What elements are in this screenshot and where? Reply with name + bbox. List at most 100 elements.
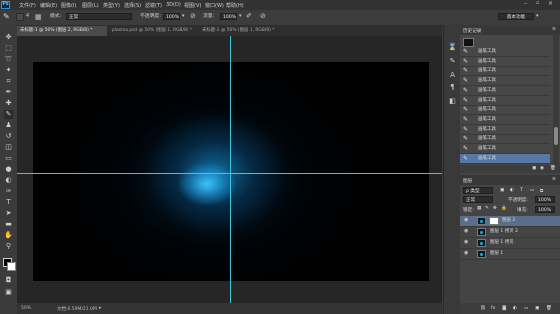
new-document-from-state-icon[interactable]: ▣ (532, 166, 536, 171)
menu-help[interactable]: 帮助(H) (226, 2, 244, 9)
workspace-switcher[interactable]: 基本功能 (498, 13, 534, 20)
tab-document-1[interactable]: 未标题-1 @ 50% (图层 2, RGB/8) * (17, 26, 107, 36)
shape-tool-icon[interactable]: ▬ (4, 220, 13, 229)
history-scrollbar[interactable] (553, 35, 559, 165)
adjustments-panel-icon[interactable]: ◧ (448, 97, 457, 106)
history-snapshot-thumb[interactable] (463, 38, 474, 47)
pressure-size-icon[interactable]: ⊘ (260, 12, 266, 20)
layer-row[interactable]: ◉ 图层 2 (460, 216, 560, 227)
history-panel-icon[interactable]: ⌛ (448, 43, 457, 52)
screen-mode-icon[interactable]: ▣ (4, 288, 13, 297)
paragraph-panel-icon[interactable]: ¶ (448, 83, 457, 92)
pressure-opacity-icon[interactable]: ⊘ (190, 12, 196, 20)
history-item[interactable]: ✎ 画笔工具 (460, 76, 550, 87)
zoom-level[interactable]: 50% (21, 306, 31, 311)
brush-preset-picker[interactable] (16, 13, 24, 21)
close-icon[interactable]: × (548, 0, 553, 7)
blend-mode-select[interactable]: 正常 (463, 196, 493, 203)
menu-filter[interactable]: 滤镜(T) (145, 2, 162, 9)
layer-kind-filter[interactable]: ρ 类型 (463, 187, 493, 194)
eyedropper-tool-icon[interactable]: ✒ (4, 88, 13, 97)
lock-position-icon[interactable]: ✥ (493, 206, 497, 211)
dodge-tool-icon[interactable]: ◐ (4, 176, 13, 185)
opacity-field[interactable]: 100% (163, 13, 180, 20)
visibility-eye-icon[interactable]: ◉ (464, 229, 469, 234)
marquee-tool-icon[interactable]: ⬚ (4, 44, 13, 53)
eraser-tool-icon[interactable]: ◫ (4, 143, 13, 152)
quick-select-tool-icon[interactable]: ✦ (4, 66, 13, 75)
visibility-eye-icon[interactable]: ◉ (464, 240, 469, 245)
layer-opacity-field[interactable]: 100% (535, 196, 555, 203)
crop-tool-icon[interactable]: ⌗ (4, 77, 13, 86)
menu-file[interactable]: 文件(F) (19, 2, 36, 9)
status-menu-arrow-icon[interactable]: ▸ (99, 305, 102, 311)
snapshot-icon[interactable]: ◉ (540, 166, 544, 171)
menu-layer[interactable]: 图层(L) (82, 2, 99, 9)
delete-state-icon[interactable]: 🗑 (550, 166, 556, 171)
horizontal-guide[interactable] (17, 173, 442, 174)
menu-window[interactable]: 窗口(W) (205, 2, 224, 9)
history-item[interactable]: ✎ 画笔工具 (460, 115, 550, 125)
brush-tool-icon[interactable]: ✎ (4, 110, 13, 119)
history-item[interactable]: ✎ 画笔工具 (460, 105, 550, 116)
minimize-icon[interactable]: – (524, 0, 527, 7)
history-item[interactable]: ✎ 画笔工具 (460, 57, 550, 67)
healing-tool-icon[interactable]: ✚ (4, 99, 13, 108)
tab-document-3[interactable]: 未标题-2 @ 50% (图层 1, RGB/8) * (199, 26, 287, 36)
history-item[interactable]: ✎ 画笔工具 (460, 153, 550, 164)
path-select-tool-icon[interactable]: ➤ (4, 209, 13, 218)
blur-tool-icon[interactable]: ● (4, 165, 13, 174)
history-item[interactable]: ✎ 画笔工具 (460, 144, 550, 154)
delete-layer-icon[interactable]: 🗑 (546, 306, 552, 311)
history-item[interactable]: ✎ 画笔工具 (460, 96, 550, 106)
add-mask-icon[interactable]: ◙ (502, 306, 506, 311)
panel-menu-icon[interactable]: ≡ (552, 177, 556, 182)
chevron-down-icon[interactable]: ▾ (182, 13, 185, 19)
history-item[interactable]: ✎ 画笔工具 (460, 86, 550, 96)
zoom-tool-icon[interactable]: ⚲ (4, 242, 13, 251)
filter-pixel-icon[interactable]: ▣ (500, 188, 504, 193)
menu-view[interactable]: 视图(V) (184, 2, 201, 9)
menu-edit[interactable]: 编辑(E) (40, 2, 57, 9)
fill-field[interactable]: 100% (535, 206, 555, 213)
menu-image[interactable]: 图像(I) (61, 2, 76, 9)
adjustment-layer-icon[interactable]: ◐ (513, 306, 517, 311)
restore-icon[interactable]: ▫ (536, 0, 539, 6)
tab-layers[interactable]: 图层 (463, 178, 472, 184)
filter-type-icon[interactable]: T (520, 188, 523, 193)
menu-3d[interactable]: 3D(D) (166, 2, 181, 8)
airbrush-icon[interactable]: ✐ (246, 12, 252, 20)
brush-panel-icon[interactable]: ▦ (35, 13, 43, 21)
chevron-down-icon[interactable]: ▾ (239, 13, 242, 19)
visibility-eye-icon[interactable]: ◉ (464, 251, 469, 256)
flow-field[interactable]: 100% (220, 13, 237, 20)
new-layer-icon[interactable]: ▣ (535, 306, 539, 311)
move-tool-icon[interactable]: ✥ (4, 33, 13, 42)
layer-row[interactable]: ◉ 图层 1 (460, 249, 560, 260)
visibility-eye-icon[interactable]: ◉ (464, 218, 469, 223)
tab-history[interactable]: 历史记录 (463, 28, 481, 34)
tab-document-2[interactable]: plasma.psd @ 50% (图层 1, RGB/8) * (109, 26, 197, 36)
lock-all-icon[interactable]: 🔒 (501, 206, 507, 211)
pen-tool-icon[interactable]: ✑ (4, 187, 13, 196)
link-layers-icon[interactable]: ⛓ (480, 306, 486, 311)
character-panel-icon[interactable]: A (448, 71, 457, 80)
brush-preset-panel-icon[interactable]: ✎ (448, 57, 457, 66)
vertical-guide[interactable] (230, 36, 231, 303)
layer-row[interactable]: ◉ 图层 1 拷贝 2 (460, 227, 560, 238)
quick-mask-icon[interactable]: ◘ (4, 276, 13, 285)
hand-tool-icon[interactable]: ✋ (4, 231, 13, 240)
lock-transparent-icon[interactable]: ▦ (477, 206, 481, 211)
layer-mask-thumbnail[interactable] (489, 217, 499, 225)
gradient-tool-icon[interactable]: ▭ (4, 154, 13, 163)
menu-select[interactable]: 选择(S) (124, 2, 141, 9)
brush-tool-icon[interactable]: ✎ (3, 12, 10, 21)
filter-shape-icon[interactable]: ▭ (530, 188, 534, 193)
history-item[interactable]: ✎ 画笔工具 (460, 125, 550, 135)
stamp-tool-icon[interactable]: ♟ (4, 121, 13, 130)
chevron-down-icon[interactable]: ▾ (536, 13, 539, 19)
background-color-swatch[interactable] (7, 262, 16, 271)
type-tool-icon[interactable]: T (4, 198, 13, 207)
filter-adjustment-icon[interactable]: ◐ (510, 188, 514, 193)
panel-menu-icon[interactable]: ≡ (552, 27, 556, 32)
